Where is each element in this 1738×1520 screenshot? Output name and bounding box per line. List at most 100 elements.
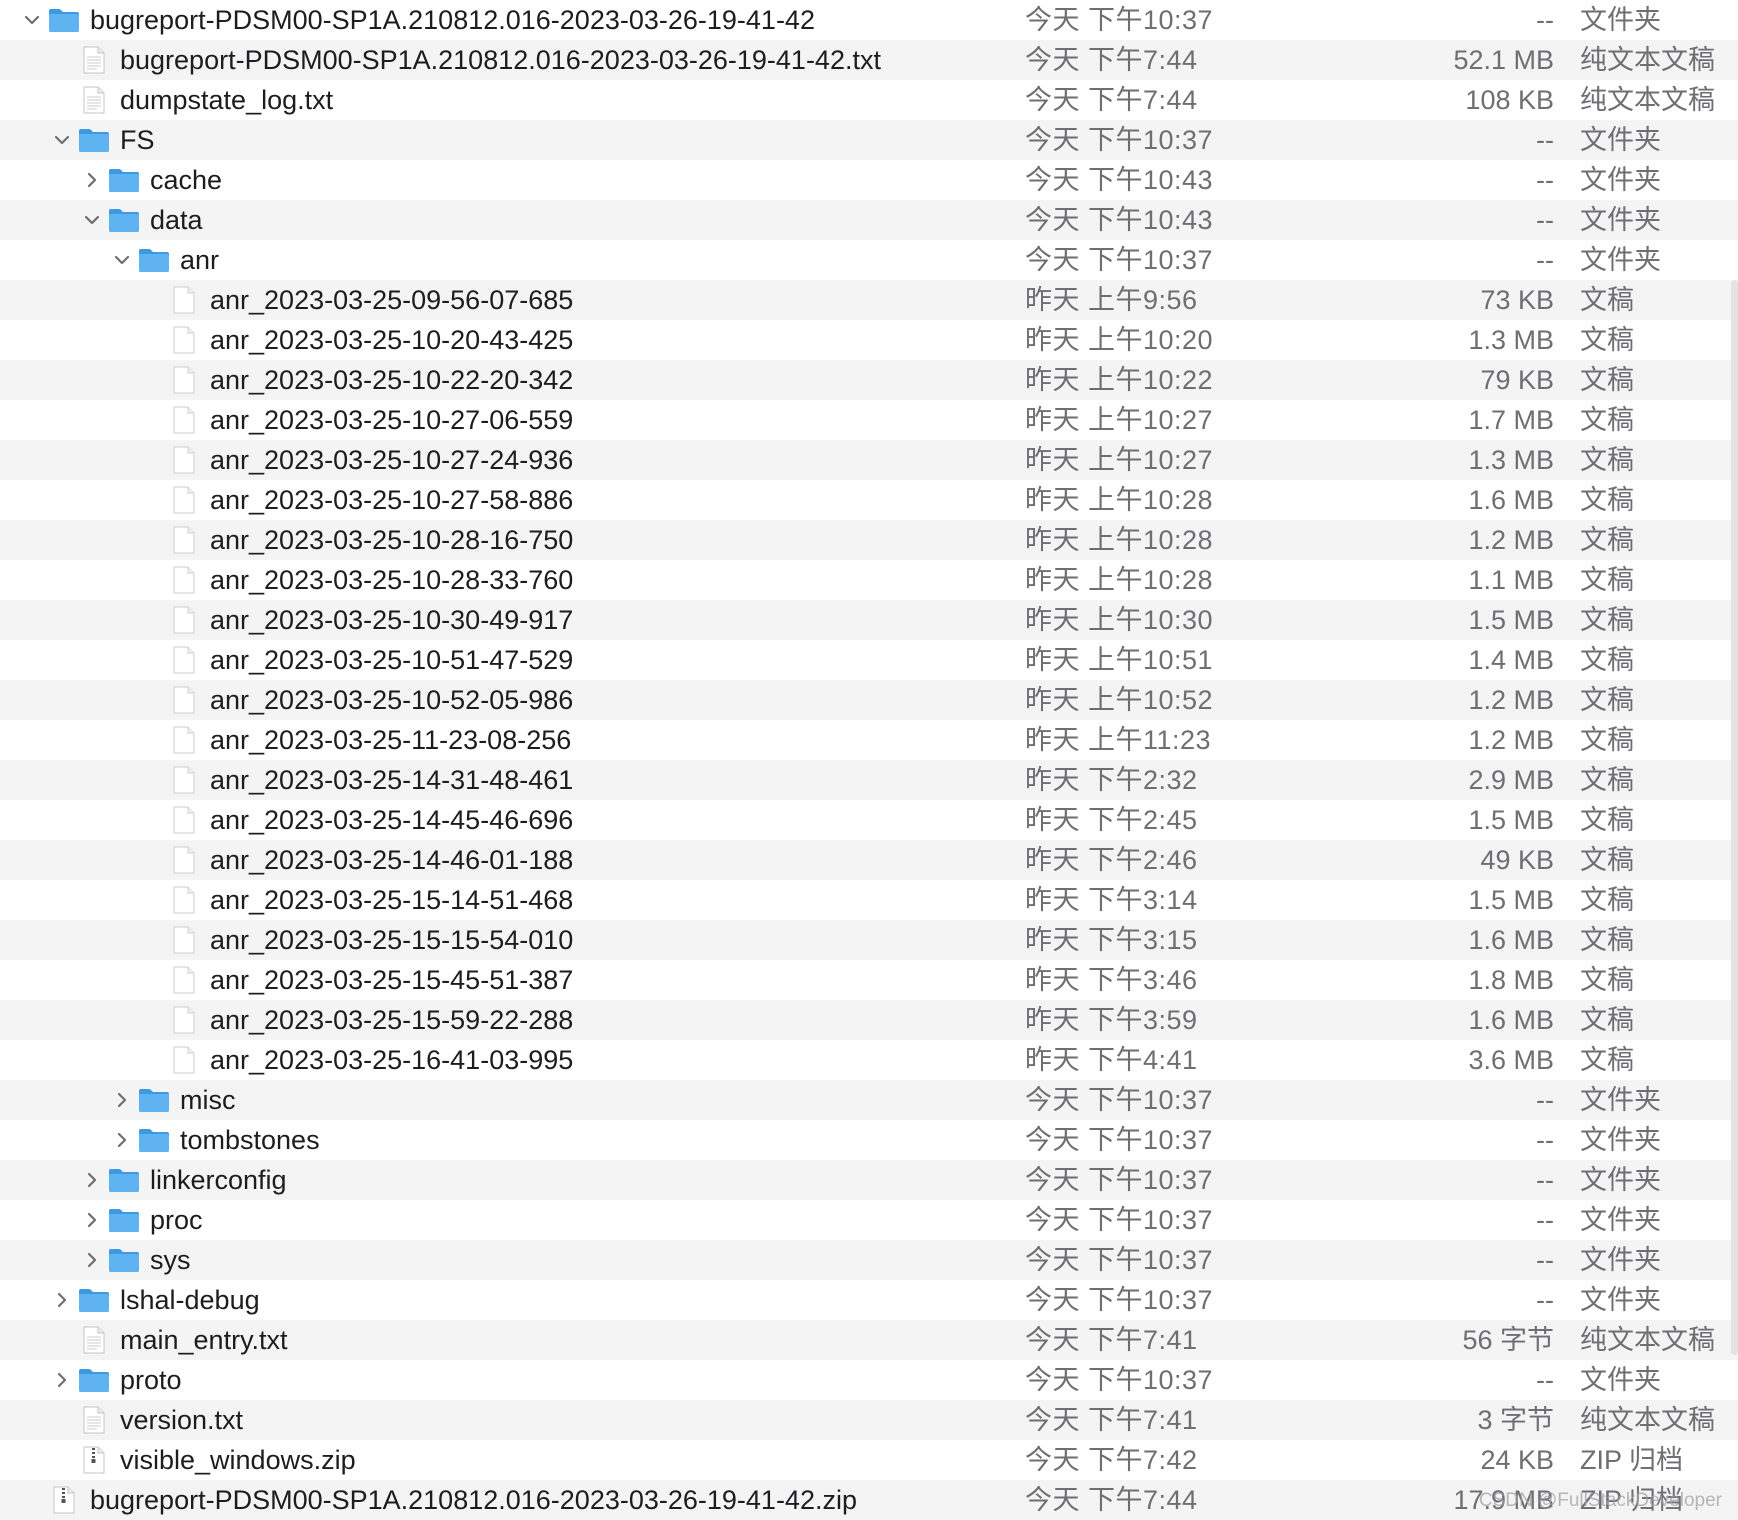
file-name: proc bbox=[150, 1205, 203, 1235]
file-kind: 文稿 bbox=[1580, 805, 1634, 835]
chevron-right-icon[interactable] bbox=[108, 1120, 136, 1160]
chevron-down-icon[interactable] bbox=[18, 0, 46, 40]
file-row[interactable]: anr_2023-03-25-14-45-46-696 昨天 下午2:45 1.5 … bbox=[0, 800, 1738, 840]
chevron-right-icon[interactable] bbox=[78, 1160, 106, 1200]
date-modified: 今天 下午10:37 bbox=[1025, 1085, 1214, 1115]
file-row[interactable]: anr_2023-03-25-10-27-24-936 昨天 上午10:27 1.3… bbox=[0, 440, 1738, 480]
file-name: bugreport-PDSM00-SP1A.210812.016-2023-03… bbox=[90, 1485, 857, 1515]
document-icon bbox=[168, 400, 200, 440]
folder-row[interactable]: linkerconfig 今天 下午10:37 -- 文件夹 bbox=[0, 1160, 1738, 1200]
file-size: 49 KB bbox=[1480, 845, 1554, 875]
folder-row[interactable]: bugreport-PDSM00-SP1A.210812.016-2023-03… bbox=[0, 0, 1738, 40]
file-row[interactable]: anr_2023-03-25-10-22-20-342 昨天 上午10:22 79 … bbox=[0, 360, 1738, 400]
document-icon bbox=[168, 440, 200, 480]
file-row[interactable]: anr_2023-03-25-15-15-54-010 昨天 下午3:15 1.6 … bbox=[0, 920, 1738, 960]
file-row[interactable]: anr_2023-03-25-10-52-05-986 昨天 上午10:52 1.2… bbox=[0, 680, 1738, 720]
chevron-right-icon[interactable] bbox=[78, 1240, 106, 1280]
file-name: anr_2023-03-25-10-51-47-529 bbox=[210, 645, 574, 675]
vertical-scrollbar[interactable] bbox=[1731, 280, 1738, 1355]
file-size: 24 KB bbox=[1480, 1445, 1554, 1475]
file-kind: 文稿 bbox=[1580, 565, 1634, 595]
date-modified: 今天 下午10:37 bbox=[1025, 245, 1214, 275]
file-name: linkerconfig bbox=[150, 1165, 287, 1195]
chevron-right-icon[interactable] bbox=[78, 160, 106, 200]
file-size: -- bbox=[1536, 205, 1554, 235]
folder-row[interactable]: anr 今天 下午10:37 -- 文件夹 bbox=[0, 240, 1738, 280]
file-name: anr_2023-03-25-11-23-08-256 bbox=[210, 725, 572, 755]
folder-row[interactable]: sys 今天 下午10:37 -- 文件夹 bbox=[0, 1240, 1738, 1280]
file-row[interactable]: anr_2023-03-25-10-28-33-760 昨天 上午10:28 1.1… bbox=[0, 560, 1738, 600]
folder-row[interactable]: misc 今天 下午10:37 -- 文件夹 bbox=[0, 1080, 1738, 1120]
date-modified: 今天 下午10:37 bbox=[1025, 1165, 1214, 1195]
file-name: cache bbox=[150, 165, 223, 195]
folder-row[interactable]: data 今天 下午10:43 -- 文件夹 bbox=[0, 200, 1738, 240]
folder-icon bbox=[108, 1160, 140, 1200]
file-row[interactable]: anr_2023-03-25-10-28-16-750 昨天 上午10:28 1.2… bbox=[0, 520, 1738, 560]
file-name: sys bbox=[150, 1245, 191, 1275]
file-row[interactable]: bugreport-PDSM00-SP1A.210812.016-2023-03… bbox=[0, 40, 1738, 80]
file-kind: 文稿 bbox=[1580, 685, 1634, 715]
file-kind: 文稿 bbox=[1580, 1005, 1634, 1035]
document-icon bbox=[168, 720, 200, 760]
folder-icon bbox=[108, 200, 140, 240]
folder-icon bbox=[108, 1200, 140, 1240]
chevron-down-icon[interactable] bbox=[78, 200, 106, 240]
file-row[interactable]: anr_2023-03-25-10-51-47-529 昨天 上午10:51 1.4… bbox=[0, 640, 1738, 680]
file-size: 1.7 MB bbox=[1468, 405, 1554, 435]
date-modified: 今天 下午7:41 bbox=[1025, 1325, 1198, 1355]
file-row[interactable]: version.txt 今天 下午7:41 3 字节 纯文本文稿 bbox=[0, 1400, 1738, 1440]
file-row[interactable]: anr_2023-03-25-10-27-06-559 昨天 上午10:27 1.7… bbox=[0, 400, 1738, 440]
file-row[interactable]: anr_2023-03-25-10-27-58-886 昨天 上午10:28 1.6… bbox=[0, 480, 1738, 520]
file-row[interactable]: anr_2023-03-25-10-20-43-425 昨天 上午10:20 1.3… bbox=[0, 320, 1738, 360]
folder-row[interactable]: lshal-debug 今天 下午10:37 -- 文件夹 bbox=[0, 1280, 1738, 1320]
folder-row[interactable]: tombstones 今天 下午10:37 -- 文件夹 bbox=[0, 1120, 1738, 1160]
folder-row[interactable]: proc 今天 下午10:37 -- 文件夹 bbox=[0, 1200, 1738, 1240]
date-modified: 今天 下午10:37 bbox=[1025, 1245, 1214, 1275]
folder-row[interactable]: cache 今天 下午10:43 -- 文件夹 bbox=[0, 160, 1738, 200]
chevron-right-icon[interactable] bbox=[108, 1080, 136, 1120]
file-kind: 文件夹 bbox=[1580, 5, 1661, 35]
date-modified: 昨天 上午10:30 bbox=[1025, 605, 1214, 635]
file-name: anr_2023-03-25-10-28-33-760 bbox=[210, 565, 574, 595]
file-kind: 文稿 bbox=[1580, 1045, 1634, 1075]
file-row[interactable]: anr_2023-03-25-15-59-22-288 昨天 下午3:59 1.6 … bbox=[0, 1000, 1738, 1040]
date-modified: 今天 下午7:44 bbox=[1025, 85, 1198, 115]
file-name: anr_2023-03-25-14-45-46-696 bbox=[210, 805, 574, 835]
text-file-icon bbox=[78, 40, 110, 80]
chevron-right-icon[interactable] bbox=[48, 1360, 76, 1400]
chevron-down-icon[interactable] bbox=[108, 240, 136, 280]
date-modified: 昨天 下午3:15 bbox=[1025, 925, 1198, 955]
file-row[interactable]: visible_windows.zip 今天 下午7:42 24 KB ZIP 归档 bbox=[0, 1440, 1738, 1480]
file-row[interactable]: main_entry.txt 今天 下午7:41 56 字节 纯文本文稿 bbox=[0, 1320, 1738, 1360]
file-row[interactable]: anr_2023-03-25-09-56-07-685 昨天 上午9:56 73 K… bbox=[0, 280, 1738, 320]
text-file-icon bbox=[78, 80, 110, 120]
file-row[interactable]: anr_2023-03-25-15-14-51-468 昨天 下午3:14 1.5 … bbox=[0, 880, 1738, 920]
file-row[interactable]: anr_2023-03-25-15-45-51-387 昨天 下午3:46 1.8 … bbox=[0, 960, 1738, 1000]
file-row[interactable]: anr_2023-03-25-14-31-48-461 昨天 下午2:32 2.9 … bbox=[0, 760, 1738, 800]
chevron-right-icon[interactable] bbox=[48, 1280, 76, 1320]
file-size: 1.2 MB bbox=[1468, 725, 1554, 755]
file-name: anr_2023-03-25-15-59-22-288 bbox=[210, 1005, 574, 1035]
chevron-right-icon[interactable] bbox=[78, 1200, 106, 1240]
document-icon bbox=[168, 640, 200, 680]
file-row[interactable]: anr_2023-03-25-14-46-01-188 昨天 下午2:46 49 K… bbox=[0, 840, 1738, 880]
chevron-down-icon[interactable] bbox=[48, 120, 76, 160]
file-row[interactable]: anr_2023-03-25-10-30-49-917 昨天 上午10:30 1.5… bbox=[0, 600, 1738, 640]
file-name: lshal-debug bbox=[120, 1285, 260, 1315]
document-icon bbox=[168, 320, 200, 360]
document-icon bbox=[168, 840, 200, 880]
folder-row[interactable]: FS 今天 下午10:37 -- 文件夹 bbox=[0, 120, 1738, 160]
date-modified: 昨天 下午2:46 bbox=[1025, 845, 1198, 875]
file-size: 79 KB bbox=[1480, 365, 1554, 395]
date-modified: 今天 下午7:41 bbox=[1025, 1405, 1198, 1435]
date-modified: 今天 下午10:37 bbox=[1025, 1365, 1214, 1395]
file-size: 1.3 MB bbox=[1468, 325, 1554, 355]
file-row[interactable]: dumpstate_log.txt 今天 下午7:44 108 KB 纯文本文稿 bbox=[0, 80, 1738, 120]
date-modified: 昨天 上午10:28 bbox=[1025, 565, 1214, 595]
date-modified: 昨天 下午3:59 bbox=[1025, 1005, 1198, 1035]
file-row[interactable]: anr_2023-03-25-11-23-08-256 昨天 上午11:23 1.2… bbox=[0, 720, 1738, 760]
file-name: anr_2023-03-25-10-52-05-986 bbox=[210, 685, 574, 715]
file-row[interactable]: anr_2023-03-25-16-41-03-995 昨天 下午4:41 3.6 … bbox=[0, 1040, 1738, 1080]
folder-row[interactable]: proto 今天 下午10:37 -- 文件夹 bbox=[0, 1360, 1738, 1400]
file-row[interactable]: bugreport-PDSM00-SP1A.210812.016-2023-03… bbox=[0, 1480, 1738, 1520]
